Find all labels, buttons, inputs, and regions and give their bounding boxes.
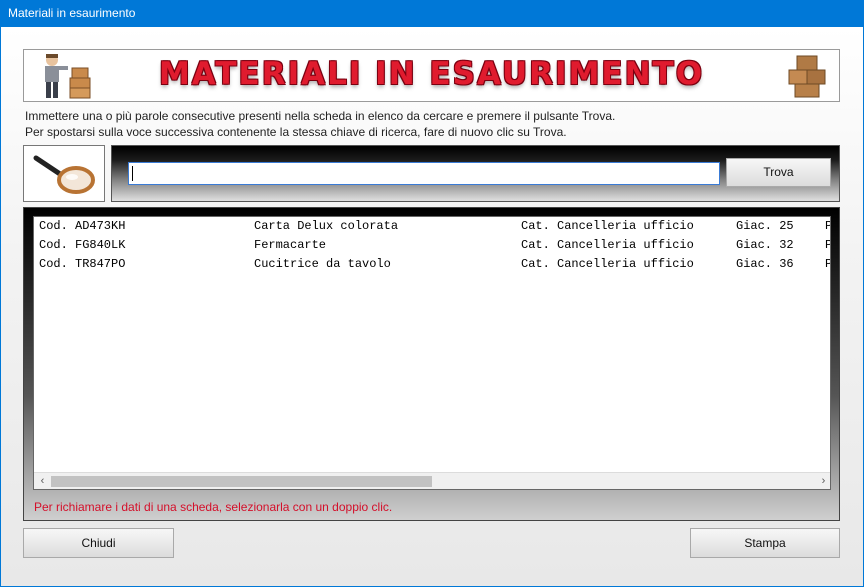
item-category: Cat. Cancelleria ufficio	[521, 219, 694, 233]
item-stock: Giac. 32	[736, 238, 794, 252]
item-name: Carta Delux colorata	[254, 219, 399, 233]
magnifying-glass-icon	[33, 155, 95, 194]
item-code: Cod. FG840LK	[39, 238, 126, 252]
instruction-line-1: Immettere una o più parole consecutive p…	[25, 109, 616, 123]
find-button[interactable]: Trova	[726, 158, 831, 187]
search-panel: Trova	[111, 145, 840, 202]
window-client: MATERIALI IN ESAURIMENTO Immettere una o…	[1, 27, 863, 586]
list-item[interactable]: Cod. TR847PO Cucitrice da tavolo Cat. Ca…	[34, 255, 830, 274]
window-title: Materiali in esaurimento	[8, 6, 136, 20]
item-stock: Giac. 36	[736, 257, 794, 271]
item-extra: P	[825, 219, 830, 233]
double-click-hint: Per richiamare i dati di una scheda, sel…	[34, 500, 393, 514]
list-item[interactable]: Cod. AD473KH Carta Delux colorata Cat. C…	[34, 217, 830, 236]
horizontal-scrollbar[interactable]: ‹ ›	[34, 472, 830, 489]
item-code: Cod. AD473KH	[39, 219, 126, 233]
banner-title: MATERIALI IN ESAURIMENTO	[158, 56, 705, 92]
scroll-right-arrow-icon[interactable]: ›	[815, 473, 830, 489]
item-extra: P	[825, 238, 830, 252]
scrollbar-thumb[interactable]	[51, 476, 432, 487]
item-extra: P	[825, 257, 830, 271]
item-stock: Giac. 25	[736, 219, 794, 233]
cardboard-boxes-icon	[788, 55, 826, 98]
item-name: Cucitrice da tavolo	[254, 257, 391, 271]
instruction-line-2: Per spostarsi sulla voce successiva cont…	[25, 125, 567, 139]
search-input[interactable]	[128, 162, 720, 185]
item-category: Cat. Cancelleria ufficio	[521, 238, 694, 252]
item-name: Fermacarte	[254, 238, 327, 252]
window-titlebar: Materiali in esaurimento	[0, 0, 864, 27]
list-item[interactable]: Cod. FG840LK Fermacarte Cat. Cancelleria…	[34, 236, 830, 255]
magnifier-panel	[23, 145, 105, 202]
text-caret	[132, 166, 133, 181]
print-button[interactable]: Stampa	[690, 528, 840, 558]
item-code: Cod. TR847PO	[39, 257, 126, 271]
close-button[interactable]: Chiudi	[23, 528, 174, 558]
banner: MATERIALI IN ESAURIMENTO	[23, 49, 840, 102]
results-panel: Cod. AD473KH Carta Delux colorata Cat. C…	[23, 207, 840, 521]
item-category: Cat. Cancelleria ufficio	[521, 257, 694, 271]
scroll-left-arrow-icon[interactable]: ‹	[34, 473, 51, 489]
results-list[interactable]: Cod. AD473KH Carta Delux colorata Cat. C…	[33, 216, 831, 490]
